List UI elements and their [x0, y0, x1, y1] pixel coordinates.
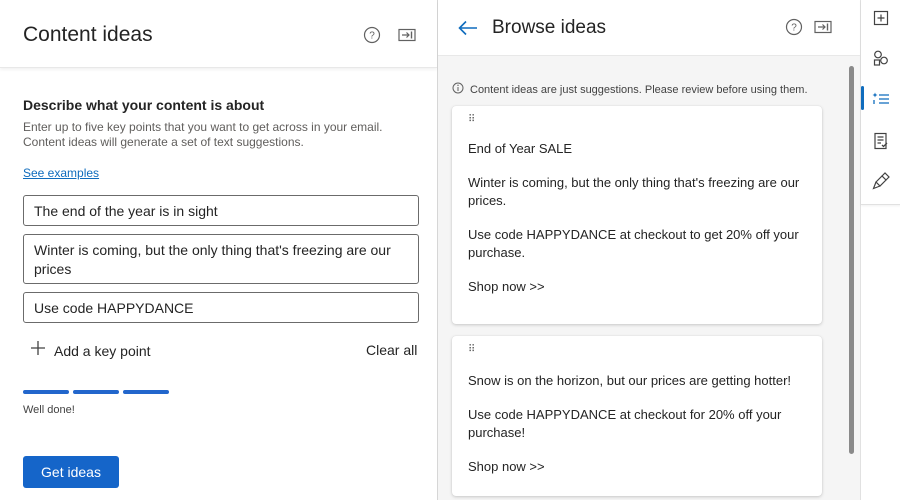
idea-card[interactable]: ⠿ Snow is on the horizon, but our prices…	[452, 336, 822, 496]
plus-icon	[30, 340, 46, 361]
side-rail	[860, 0, 900, 500]
idea-card[interactable]: ⠿ End of Year SALE Winter is coming, but…	[452, 106, 822, 324]
content-ideas-icon[interactable]	[871, 89, 891, 109]
design-brush-icon[interactable]	[871, 171, 891, 191]
key-point-input-3[interactable]: Use code HAPPYDANCE	[23, 292, 419, 323]
progress-segment	[73, 390, 119, 394]
idea-line: Shop now >>	[468, 459, 545, 474]
browse-ideas-panel: Browse ideas ? Content ideas are just su…	[438, 0, 860, 500]
info-icon	[452, 81, 464, 99]
active-indicator	[861, 86, 864, 110]
progress-segment	[23, 390, 69, 394]
elements-icon[interactable]	[871, 48, 891, 68]
progress-message: Well done!	[23, 404, 75, 416]
back-arrow-icon[interactable]	[457, 17, 479, 39]
clear-all-button[interactable]: Clear all	[366, 342, 417, 358]
add-key-point-button[interactable]: Add a key point	[30, 340, 151, 361]
idea-line: Snow is on the horizon, but our prices a…	[468, 373, 792, 388]
scrollbar[interactable]	[849, 66, 854, 454]
add-section-icon[interactable]	[871, 8, 891, 28]
checklist-icon[interactable]	[871, 131, 891, 151]
panel-title: Browse ideas	[492, 17, 607, 38]
browse-ideas-header: Browse ideas ?	[438, 0, 860, 56]
describe-section: Describe what your content is about Ente…	[23, 97, 419, 182]
help-circle-icon[interactable]: ?	[784, 17, 804, 37]
panel-title: Content ideas	[23, 23, 153, 46]
rail-toolbar	[861, 0, 900, 205]
drag-handle-icon[interactable]: ⠿	[468, 115, 806, 128]
add-key-point-label: Add a key point	[54, 342, 151, 359]
svg-text:?: ?	[369, 31, 375, 42]
drag-handle-icon[interactable]: ⠿	[468, 345, 806, 358]
key-point-input-2[interactable]: Winter is coming, but the only thing tha…	[23, 234, 419, 284]
idea-line: End of Year SALE	[468, 141, 573, 156]
idea-line: Use code HAPPYDANCE at checkout for 20% …	[468, 407, 782, 440]
key-point-progress	[23, 390, 169, 394]
content-ideas-panel: Content ideas ? Describe what your conte…	[0, 0, 438, 500]
idea-line: Winter is coming, but the only thing tha…	[468, 175, 800, 208]
see-examples-link[interactable]: See examples	[23, 166, 99, 180]
dock-icon[interactable]	[397, 25, 417, 45]
progress-segment	[123, 390, 169, 394]
dock-icon[interactable]	[813, 17, 833, 37]
section-description: Enter up to five key points that you wan…	[23, 120, 383, 149]
key-point-input-1[interactable]: The end of the year is in sight	[23, 195, 419, 226]
get-ideas-button[interactable]: Get ideas	[23, 456, 119, 488]
content-ideas-header: Content ideas ?	[0, 0, 437, 68]
notice-text: Content ideas are just suggestions. Plea…	[470, 84, 808, 96]
idea-line: Use code HAPPYDANCE at checkout to get 2…	[468, 227, 799, 260]
svg-text:?: ?	[791, 23, 797, 34]
help-circle-icon[interactable]: ?	[362, 25, 382, 45]
section-heading: Describe what your content is about	[23, 97, 265, 113]
idea-line: Shop now >>	[468, 279, 545, 294]
suggestion-notice: Content ideas are just suggestions. Plea…	[452, 81, 808, 99]
